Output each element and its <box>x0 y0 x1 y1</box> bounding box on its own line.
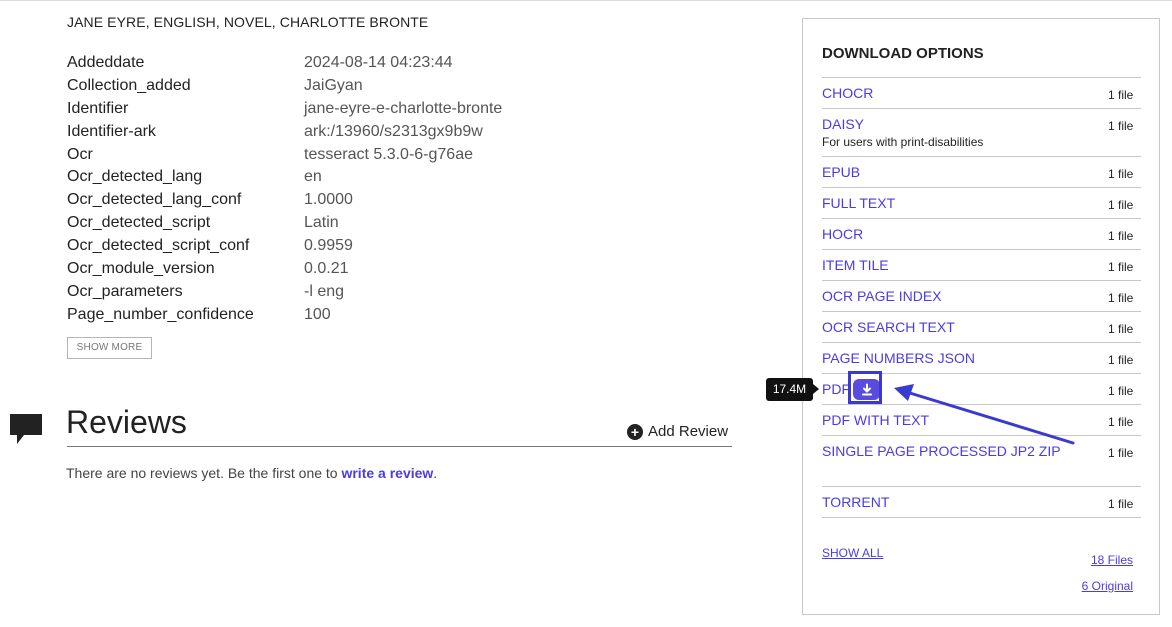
download-divider <box>822 187 1141 188</box>
metadata-row: Ocr_detected_lang_conf 1.0000 <box>67 190 587 213</box>
download-file-count: 1 file <box>1108 322 1134 336</box>
download-divider <box>822 218 1141 219</box>
metadata-row: Page_number_confidence 100 <box>67 305 587 328</box>
metadata-row: Identifier-ark ark:/13960/s2313gx9b9w <box>67 122 587 145</box>
download-file-count: 1 file <box>1108 446 1134 460</box>
metadata-key: Ocr_detected_script_conf <box>67 237 250 255</box>
metadata-row: Ocr_detected_script_conf 0.9959 <box>67 236 587 259</box>
download-divider <box>822 486 1141 487</box>
reviews-divider <box>67 446 732 447</box>
download-link-ocr-page-index[interactable]: OCR PAGE INDEX <box>822 288 942 304</box>
metadata-row: Ocr_detected_lang en <box>67 167 587 190</box>
metadata-key: Ocr_detected_lang <box>67 168 203 186</box>
download-file-count: 1 file <box>1108 198 1134 212</box>
download-divider <box>822 311 1141 312</box>
metadata-row: Identifier jane-eyre-e-charlotte-bronte <box>67 99 587 122</box>
metadata-key: Ocr_detected_script <box>67 214 211 232</box>
metadata-value: 0.9959 <box>304 237 353 255</box>
download-link-ocr-search-text[interactable]: OCR SEARCH TEXT <box>822 319 955 335</box>
metadata-value: 0.0.21 <box>304 260 349 278</box>
metadata-value: ark:/13960/s2313gx9b9w <box>304 122 483 140</box>
metadata-row: Ocr_detected_script Latin <box>67 213 587 236</box>
top-divider <box>0 0 1172 1</box>
metadata-value: 100 <box>304 305 331 323</box>
download-file-count: 1 file <box>1108 88 1134 102</box>
metadata-row: Ocr_parameters -l eng <box>67 282 587 305</box>
download-link-torrent[interactable]: TORRENT <box>822 494 889 510</box>
download-divider <box>822 342 1141 343</box>
download-divider <box>822 249 1141 250</box>
download-link-page-numbers-json[interactable]: PAGE NUMBERS JSON <box>822 350 975 366</box>
metadata-row: Collection_added JaiGyan <box>67 76 587 99</box>
download-divider <box>822 280 1141 281</box>
metadata-key: Identifier <box>67 99 129 117</box>
download-file-count: 1 file <box>1108 353 1134 367</box>
download-file-count: 1 file <box>1108 497 1134 511</box>
download-file-count: 1 file <box>1108 291 1134 305</box>
subject-tags: JANE EYRE, ENGLISH, NOVEL, CHARLOTTE BRO… <box>67 14 429 30</box>
download-file-count: 1 file <box>1108 260 1134 274</box>
download-link-daisy[interactable]: DAISY <box>822 116 864 132</box>
add-review-button[interactable]: + Add Review <box>627 423 728 440</box>
metadata-key: Ocr_parameters <box>67 282 183 300</box>
speech-bubble-icon <box>8 410 44 451</box>
annotation-arrow-icon <box>894 384 1075 445</box>
metadata-value: 2024-08-14 04:23:44 <box>304 54 453 71</box>
metadata-row: Ocr_module_version 0.0.21 <box>67 259 587 282</box>
download-divider <box>822 108 1141 109</box>
metadata-key: Ocr_module_version <box>67 260 215 278</box>
download-link-chocr[interactable]: CHOCR <box>822 85 873 101</box>
write-review-link[interactable]: write a review <box>341 465 433 481</box>
metadata-row: Addeddate 2024-08-14 04:23:44 <box>67 53 587 76</box>
download-file-count: 1 file <box>1108 167 1134 181</box>
metadata-value: jane-eyre-e-charlotte-bronte <box>304 99 503 117</box>
download-link-item-tile[interactable]: ITEM TILE <box>822 257 889 273</box>
no-reviews-text-end: . <box>433 465 438 481</box>
no-reviews-text: There are no reviews yet. Be the first o… <box>66 465 342 481</box>
add-review-label: Add Review <box>648 423 729 440</box>
download-options-title: DOWNLOAD OPTIONS <box>822 45 984 62</box>
download-divider <box>822 517 1141 518</box>
download-file-count: 1 file <box>1108 229 1134 243</box>
plus-circle-icon: + <box>627 423 643 440</box>
download-file-count: 1 file <box>1108 384 1134 398</box>
metadata-value: tesseract 5.3.0-6-g76ae <box>304 145 473 163</box>
total-files-link[interactable]: 18 Files <box>1091 553 1133 567</box>
download-link-epub[interactable]: EPUB <box>822 164 860 180</box>
metadata-key: Addeddate <box>67 54 145 71</box>
download-link-pdf[interactable]: PDF <box>822 381 850 397</box>
download-file-count: 1 file <box>1108 119 1134 133</box>
no-reviews-message: There are no reviews yet. Be the first o… <box>66 465 437 481</box>
metadata-key: Collection_added <box>67 76 191 94</box>
show-all-link[interactable]: SHOW ALL <box>822 546 883 560</box>
metadata-key: Identifier-ark <box>67 122 156 140</box>
metadata-value: Latin <box>304 214 339 232</box>
metadata-table: Addeddate 2024-08-14 04:23:44 Collection_… <box>67 53 587 328</box>
annotation-highlight-box <box>848 371 882 404</box>
metadata-value[interactable]: JaiGyan <box>304 76 363 96</box>
metadata-value: -l eng <box>304 282 345 300</box>
download-file-count: 1 file <box>1108 415 1134 429</box>
download-divider <box>822 156 1141 157</box>
show-more-button[interactable]: SHOW MORE <box>67 337 152 359</box>
download-link-hocr[interactable]: HOCR <box>822 226 863 242</box>
download-divider <box>822 77 1141 78</box>
metadata-value: 1.0000 <box>304 191 353 209</box>
download-link-full-text[interactable]: FULL TEXT <box>822 195 895 211</box>
metadata-key: Page_number_confidence <box>67 305 254 323</box>
metadata-key: Ocr <box>67 145 93 163</box>
reviews-heading: Reviews <box>66 404 187 440</box>
metadata-row: Ocr tesseract 5.3.0-6-g76ae <box>67 145 587 168</box>
original-files-link[interactable]: 6 Original <box>1082 579 1133 593</box>
metadata-key: Ocr_detected_lang_conf <box>67 191 242 209</box>
metadata-value: en <box>304 168 322 186</box>
pdf-size-tooltip: 17.4M <box>766 378 819 401</box>
daisy-description: For users with print-disabilities <box>822 135 984 149</box>
